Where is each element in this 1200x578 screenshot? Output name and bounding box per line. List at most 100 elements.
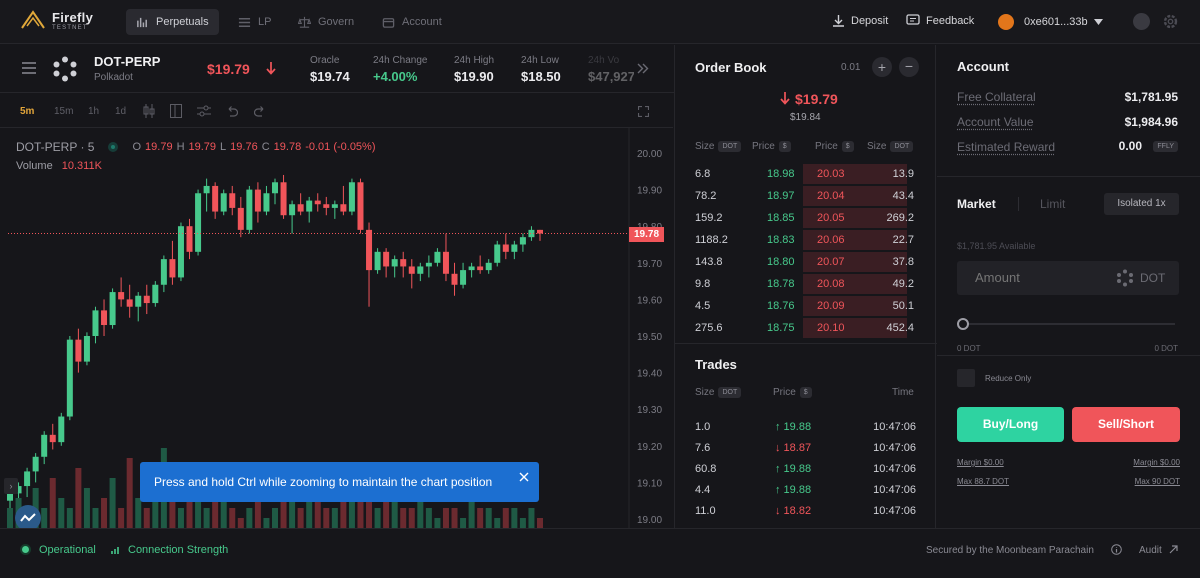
trades-header-time-label: Time <box>892 387 914 398</box>
nav-govern[interactable]: Govern <box>288 9 364 35</box>
candle-body <box>135 295 142 307</box>
undo-icon[interactable] <box>226 105 238 117</box>
ob-header-price-label: Price <box>752 141 775 152</box>
orderbook-row[interactable]: 78.2 18.97 20.04 43.4 <box>675 185 937 207</box>
volume-bar <box>195 498 202 528</box>
tab-limit[interactable]: Limit <box>1040 197 1065 211</box>
volume-bar <box>169 498 176 528</box>
candle-type-icon[interactable] <box>143 104 155 118</box>
ask-size: 269.2 <box>886 212 914 224</box>
nav-perpetuals[interactable]: Perpetuals <box>126 9 219 35</box>
tick-size[interactable]: 0.01 <box>841 62 860 73</box>
sell-short-button[interactable]: Sell/Short <box>1072 407 1180 442</box>
candle-body <box>143 295 150 304</box>
trades-header-time: Time <box>892 387 914 398</box>
estimated-reward-label[interactable]: Estimated Reward <box>957 140 1055 154</box>
close-icon[interactable] <box>519 472 529 482</box>
redo-icon[interactable] <box>254 105 266 117</box>
audit-link[interactable]: Audit <box>1139 545 1162 556</box>
trade-row: 4.4 ↑ 19.88 10:47:06 <box>675 479 937 501</box>
chart-scroll-left-button[interactable]: › <box>4 478 18 494</box>
legend-h-label: H <box>176 141 185 153</box>
margin-mode-button[interactable]: Isolated 1x <box>1104 193 1179 215</box>
slider-min-label: 0 DOT <box>957 344 981 353</box>
candle-body <box>186 226 193 252</box>
menu-icon[interactable] <box>22 62 36 74</box>
firefly-logo[interactable]: Firefly TESTNET <box>20 9 93 31</box>
price-axis-tick: 19.10 <box>637 478 662 489</box>
ob-header-size-unit: DOT <box>718 141 742 152</box>
volume-bar <box>83 488 90 528</box>
reduce-only-checkbox[interactable] <box>957 369 975 387</box>
zoom-out-button[interactable]: − <box>899 57 919 77</box>
market-last-price: $19.79 <box>207 61 250 77</box>
nav-lp[interactable]: LP <box>228 9 281 35</box>
legend-symbol: DOT-PERP · 5 <box>16 140 95 154</box>
bid-size: 143.8 <box>695 256 723 268</box>
trades-title: Trades <box>695 357 737 372</box>
estimated-reward-value: 0.00 <box>1118 139 1142 153</box>
lp-icon <box>238 17 251 27</box>
orderbook-row[interactable]: 9.8 18.78 20.08 49.2 <box>675 273 937 295</box>
orderbook-row[interactable]: 4.5 18.76 20.09 50.1 <box>675 295 937 317</box>
wallet-button[interactable]: 0xe601...33b <box>998 14 1103 30</box>
volume-bar <box>272 508 278 528</box>
fullscreen-icon[interactable] <box>638 106 649 117</box>
candle-body <box>203 185 210 194</box>
stat-24h-change-value: +4.00% <box>373 69 418 84</box>
double-chevron-right-icon[interactable] <box>637 63 649 74</box>
volume-bar <box>297 508 304 528</box>
deposit-button[interactable]: Deposit <box>832 14 888 27</box>
amount-input-box[interactable]: DOT <box>957 261 1179 295</box>
free-collateral-label[interactable]: Free Collateral <box>957 90 1036 104</box>
layout-icon[interactable] <box>170 104 182 118</box>
nav-account[interactable]: Account <box>372 9 452 35</box>
status-footer: Operational Connection Strength Secured … <box>0 528 1200 578</box>
tab-market[interactable]: Market <box>957 197 996 211</box>
timeframe-15m[interactable]: 15m <box>54 106 73 117</box>
orderbook-row[interactable]: 143.8 18.80 20.07 37.8 <box>675 251 937 273</box>
candle-body <box>297 204 304 212</box>
ob-header-bid-size: Size DOT <box>695 141 742 152</box>
candle-body <box>263 193 270 212</box>
buy-long-button[interactable]: Buy/Long <box>957 407 1064 442</box>
ask-size: 22.7 <box>892 234 914 246</box>
timeframe-1h[interactable]: 1h <box>88 106 99 117</box>
signal-strength-icon <box>111 547 119 554</box>
trades-header-price-unit: $ <box>799 387 812 398</box>
candle-body <box>66 339 73 417</box>
candle-body <box>485 262 492 271</box>
timeframe-5m[interactable]: 5m <box>20 106 34 117</box>
zoom-in-button[interactable]: + <box>872 57 892 77</box>
amount-slider-track[interactable] <box>963 323 1175 325</box>
orderbook-row[interactable]: 159.2 18.85 20.05 269.2 <box>675 207 937 229</box>
orderbook-row[interactable]: 275.6 18.75 20.10 452.4 <box>675 317 937 339</box>
candle-body <box>237 207 244 230</box>
indicators-icon[interactable] <box>197 105 211 117</box>
candle-body <box>83 336 90 362</box>
amount-input[interactable] <box>975 270 1095 285</box>
account-value-label[interactable]: Account Value <box>957 115 1034 129</box>
feedback-button[interactable]: Feedback <box>906 14 974 27</box>
ob-header-price-unit: $ <box>778 141 791 152</box>
orderbook-row[interactable]: 6.8 18.98 20.03 13.9 <box>675 163 937 185</box>
candle-body <box>348 182 355 212</box>
market-symbol[interactable]: DOT-PERP <box>94 54 160 69</box>
profile-avatar-icon[interactable] <box>1133 13 1150 30</box>
candle-body <box>511 244 518 252</box>
info-icon[interactable] <box>1111 544 1122 555</box>
account-icon <box>382 17 395 28</box>
legend-high: 19.79 <box>188 141 217 153</box>
settings-gear-icon[interactable] <box>1162 13 1179 30</box>
bid-price: 18.98 <box>767 168 795 180</box>
last-price-tag: 19.78 <box>629 226 664 242</box>
top-navigation: Firefly TESTNET Perpetuals LP Govern Acc… <box>0 0 1200 44</box>
orderbook-row[interactable]: 1188.2 18.83 20.06 22.7 <box>675 229 937 251</box>
amount-slider-thumb[interactable] <box>957 318 969 330</box>
amount-unit: DOT <box>1140 271 1166 285</box>
timeframe-1d[interactable]: 1d <box>115 106 126 117</box>
candle-body <box>109 292 116 326</box>
candle-body <box>160 259 167 285</box>
ob-header-ask-price-unit: $ <box>841 141 854 152</box>
ob-header-size-label: Size <box>695 141 715 152</box>
